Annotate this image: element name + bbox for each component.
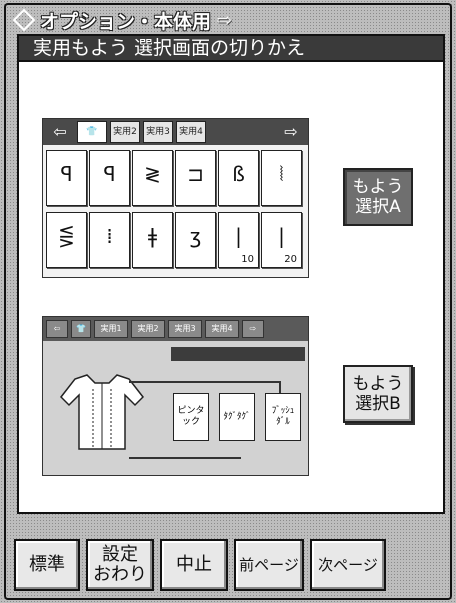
next-page-button[interactable]: 次ページ <box>310 539 386 591</box>
preview-b-dart-button: ﾌﾞｯｼｭ ﾀﾞﾙ <box>265 393 301 441</box>
stitch-grid: ꟼ ꟼ ≷ ⊐ ß ⦚ ⋚ ⁞ ǂ ʒ | 10 | 20 <box>46 150 302 268</box>
serpentine-stitch-icon: ʒ <box>175 212 216 268</box>
preview-a-tab-3: 実用3 <box>143 121 173 143</box>
stitch-length-label: 20 <box>284 254 297 265</box>
scallop-stitch-icon: ⋚ <box>46 212 87 268</box>
preview-pattern-select-b: ⇦ 👕 実用1 実用2 実用3 実用4 ⇨ ピンタック ﾀｸﾞﾀｸﾞ ﾌﾞｯｼｭ… <box>42 316 309 476</box>
settings-done-button[interactable]: 設定 おわり <box>86 539 154 591</box>
preview-b-tag-button: ﾀｸﾞﾀｸﾞ <box>219 393 255 441</box>
preview-a-nav: ⇦ 👕 実用2 実用3 実用4 ⇨ <box>43 119 308 145</box>
prev-page-button[interactable]: 前ページ <box>234 539 304 591</box>
preview-b-tab-1: 実用1 <box>94 320 128 338</box>
preview-a-tab-shirt-icon: 👕 <box>77 121 107 143</box>
connector-line <box>129 381 281 383</box>
buttonhole-icon: ꟼ <box>89 150 130 206</box>
select-b-label-2: 選択B <box>355 394 401 414</box>
pattern-select-a-button[interactable]: もよう 選択A <box>343 168 413 226</box>
title-bar: オプション・本体用 ⇨ <box>10 8 440 33</box>
dotted-stitch-icon: ⁞ <box>89 212 130 268</box>
standard-button[interactable]: 標準 <box>14 539 80 591</box>
right-arrow-icon: ⇨ <box>217 9 233 31</box>
select-a-label-1: もよう <box>352 177 404 197</box>
blind-stitch-icon: ⊐ <box>175 150 216 206</box>
preview-a-tab-2: 実用2 <box>110 121 140 143</box>
pattern-select-b-button[interactable]: もよう 選択B <box>343 365 413 423</box>
right-arrow-icon: ⇨ <box>242 320 264 338</box>
subtitle-bar: 実用もよう 選択画面の切りかえ <box>17 34 445 62</box>
connector-line <box>129 457 241 459</box>
preview-a-tab-4: 実用4 <box>176 121 206 143</box>
preview-pattern-select-a: ⇦ 👕 実用2 実用3 実用4 ⇨ ꟼ ꟼ ≷ ⊐ ß ⦚ ⋚ ⁞ ǂ ʒ | 1… <box>42 118 309 278</box>
preview-b-status-bar <box>171 347 305 361</box>
stitch-length-label: 10 <box>241 254 254 265</box>
preview-b-tab-4: 実用4 <box>205 320 239 338</box>
diamond-icon <box>12 8 36 32</box>
left-arrow-icon: ⇦ <box>53 122 67 141</box>
page-title: オプション・本体用 <box>40 10 212 33</box>
overcast-stitch-icon: ß <box>218 150 259 206</box>
preview-b-nav: ⇦ 👕 実用1 実用2 実用3 実用4 ⇨ <box>43 317 308 341</box>
left-arrow-icon: ⇦ <box>46 320 68 338</box>
cancel-button[interactable]: 中止 <box>160 539 228 591</box>
triple-zigzag-icon: ⦚ <box>261 150 302 206</box>
straight-stitch-icon: | 20 <box>261 212 302 268</box>
settings-done-label-1: 設定 <box>102 544 138 565</box>
preview-b-tab-3: 実用3 <box>168 320 202 338</box>
bartack-stitch-icon: ǂ <box>132 212 173 268</box>
select-b-label-1: もよう <box>352 374 404 394</box>
select-a-label-2: 選択A <box>355 197 401 217</box>
shirt-icon: 👕 <box>71 320 91 338</box>
preview-b-tab-2: 実用2 <box>131 320 165 338</box>
preview-b-pintuck-button: ピンタック <box>173 393 209 441</box>
right-arrow-icon: ⇨ <box>284 122 298 141</box>
straight-stitch-icon: | 10 <box>218 212 259 268</box>
zigzag-stitch-icon: ≷ <box>132 150 173 206</box>
bottom-toolbar: 標準 設定 おわり 中止 前ページ 次ページ <box>14 539 386 591</box>
buttonhole-icon: ꟼ <box>46 150 87 206</box>
settings-done-label-2: おわり <box>93 564 147 585</box>
